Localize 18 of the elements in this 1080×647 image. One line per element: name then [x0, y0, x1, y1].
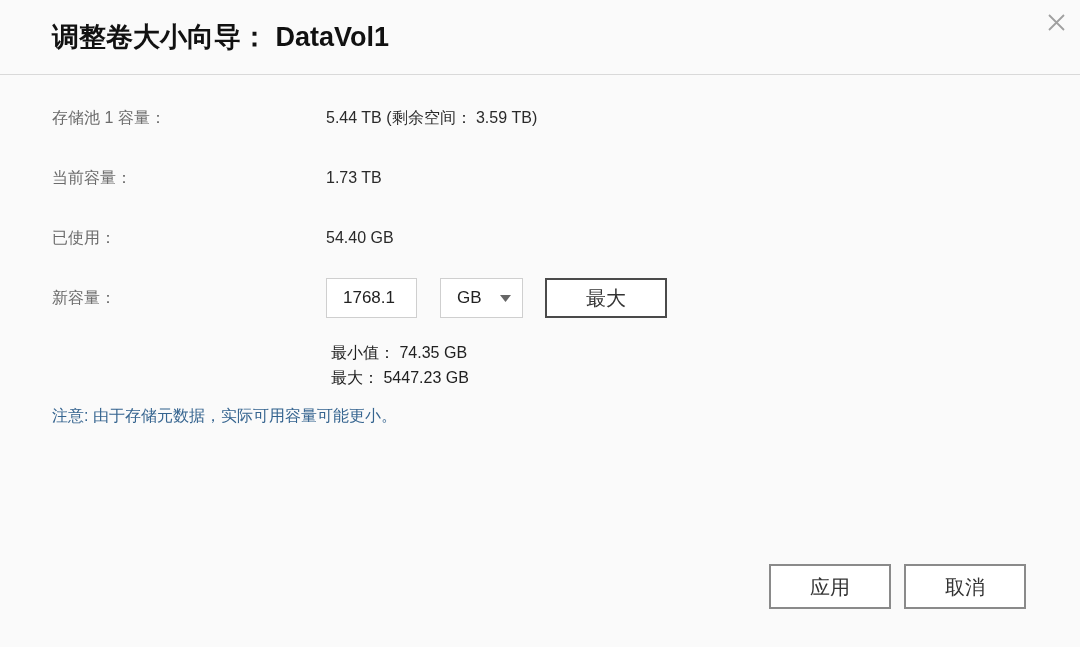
apply-button[interactable]: 应用 [769, 564, 891, 609]
field-label: 存储池 1 容量： [52, 108, 167, 128]
field-label: 已使用： [52, 228, 117, 248]
caret-icon [499, 294, 511, 302]
limit-text: 最小值： 74.35 GB [331, 343, 468, 363]
limit-text: 最大： 5447.23 GB [331, 368, 469, 388]
field-value: 54.40 GB [326, 228, 394, 248]
capacity-input[interactable]: 1768.1 [326, 278, 417, 318]
field-value: 5.44 TB (剩余空间： 3.59 TB) [326, 108, 538, 128]
cancel-button[interactable]: 取消 [904, 564, 1026, 609]
note-text: 注意: 由于存储元数据，实际可用容量可能更小。 [52, 406, 397, 426]
unit-select[interactable]: GB [440, 278, 523, 318]
dialog-title: 调整卷大小向导： DataVol1 [52, 20, 390, 54]
field-label: 新容量： [52, 288, 117, 308]
max-button[interactable]: 最大 [545, 278, 667, 318]
close-icon[interactable] [1048, 14, 1065, 31]
field-value: 1.73 TB [326, 168, 382, 188]
field-label: 当前容量： [52, 168, 133, 188]
